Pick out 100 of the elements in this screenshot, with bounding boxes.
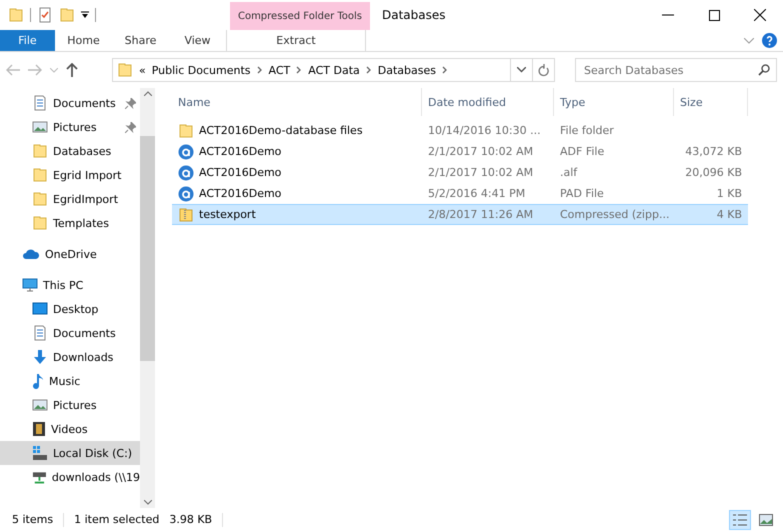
file-type: .alf <box>560 166 578 179</box>
nav-item[interactable]: Pictures <box>0 115 140 139</box>
folder-icon <box>32 215 48 231</box>
window-title: Databases <box>381 7 447 24</box>
file-name-cell[interactable]: ACT2016Demo <box>172 162 422 183</box>
file-name-cell[interactable]: testexport <box>172 204 422 225</box>
file-name: ACT2016Demo <box>199 145 282 158</box>
file-name: ACT2016Demo-database files <box>199 124 363 137</box>
computer-icon <box>22 277 38 293</box>
scroll-up-icon[interactable] <box>144 91 152 96</box>
folder-icon <box>32 191 48 207</box>
help-icon[interactable] <box>762 33 777 48</box>
maximize-icon[interactable] <box>708 10 720 20</box>
nav-item[interactable]: Downloads <box>0 345 140 369</box>
nav-item[interactable]: Databases <box>0 139 140 163</box>
nav-item[interactable]: OneDrive <box>0 242 140 266</box>
file-name-cell[interactable]: ACT2016Demo <box>172 141 422 162</box>
nav-label: OneDrive <box>45 248 97 260</box>
breadcrumb[interactable]: ACT Data <box>308 64 360 76</box>
nav-item[interactable]: Local Disk (C:) <box>0 441 140 465</box>
nav-label: Desktop <box>53 302 98 316</box>
zip-folder-icon <box>178 206 194 222</box>
date-modified: 2/1/2017 10:02 AM <box>428 166 534 179</box>
ribbon-tab[interactable]: Share <box>112 30 169 51</box>
refresh-icon[interactable] <box>538 64 550 76</box>
pin-icon[interactable] <box>125 98 136 108</box>
nav-label: Documents <box>53 96 116 110</box>
nav-label: EgridImport <box>53 192 118 206</box>
breadcrumb[interactable]: ACT <box>268 64 290 76</box>
nav-label: Egrid Import <box>53 168 122 182</box>
nav-item[interactable]: EgridImport <box>0 187 140 211</box>
nav-label: Templates <box>53 216 109 230</box>
breadcrumb[interactable]: Databases <box>378 64 436 76</box>
nav-item[interactable]: downloads (\\19 <box>0 465 140 489</box>
nav-item[interactable]: This PC <box>0 273 140 297</box>
column-header[interactable]: Name <box>172 88 422 116</box>
file-size: 1 KB <box>716 187 742 200</box>
nav-item[interactable]: Egrid Import <box>0 163 140 187</box>
ribbon-tab[interactable]: View <box>169 30 226 51</box>
pictures-icon <box>32 119 48 135</box>
address-bar[interactable]: « Public Documents ACT ACT Data Databases <box>112 58 555 82</box>
folder-icon <box>178 122 194 138</box>
scroll-down-icon[interactable] <box>144 500 152 505</box>
selection-count: 1 item selected <box>74 513 160 526</box>
dropdown-icon[interactable] <box>81 11 89 19</box>
folder-icon <box>32 143 48 159</box>
nav-item[interactable]: Templates <box>0 211 140 235</box>
date-modified: 10/14/2016 10:30 ... <box>428 124 541 137</box>
ribbon-tab[interactable]: Home <box>55 30 112 51</box>
file-type: Compressed (zipp... <box>560 208 670 221</box>
down-arrow-icon <box>32 349 48 365</box>
search-icon[interactable] <box>758 64 770 76</box>
music-note-icon <box>32 373 44 389</box>
document-icon <box>32 95 48 111</box>
breadcrumb[interactable]: Public Documents <box>152 64 251 76</box>
properties-icon[interactable] <box>37 7 53 23</box>
nav-item[interactable]: Music <box>0 369 140 393</box>
minimize-icon[interactable] <box>662 14 674 16</box>
monitor-icon <box>32 301 48 317</box>
file-name: ACT2016Demo <box>199 187 282 200</box>
nav-item[interactable]: Documents <box>0 321 140 345</box>
folder-icon <box>117 62 133 78</box>
document-icon <box>32 325 48 341</box>
search-field[interactable]: Search Databases <box>575 58 777 82</box>
breadcrumb-overflow[interactable]: « <box>139 64 146 76</box>
column-header[interactable]: Size <box>674 88 748 116</box>
nav-item[interactable]: Videos <box>0 417 140 441</box>
up-icon[interactable] <box>66 63 78 77</box>
file-type: File folder <box>560 124 614 137</box>
pin-icon[interactable] <box>125 122 136 132</box>
date-modified: 5/2/2016 4:41 PM <box>428 187 526 200</box>
column-header[interactable]: Date modified <box>422 88 554 116</box>
close-icon[interactable] <box>754 9 766 21</box>
file-name-cell[interactable]: ACT2016Demo-database files <box>172 120 422 141</box>
drive-icon <box>32 445 48 461</box>
nav-item[interactable]: Pictures <box>0 393 140 417</box>
ribbon-tab[interactable]: Extract <box>226 30 366 51</box>
folder-icon <box>32 167 48 183</box>
folder-icon <box>8 7 24 23</box>
file-name-cell[interactable]: ACT2016Demo <box>172 183 422 204</box>
file-size: 43,072 KB <box>685 145 742 158</box>
nav-label: downloads (\\19 <box>52 470 140 484</box>
new-folder-icon <box>59 7 75 23</box>
file-size: 4 KB <box>716 208 742 221</box>
date-modified: 2/1/2017 10:02 AM <box>428 145 534 158</box>
details-view-button[interactable] <box>729 510 751 530</box>
scrollbar-thumb[interactable] <box>140 136 155 361</box>
file-type: ADF File <box>560 145 604 158</box>
nav-item[interactable]: Desktop <box>0 297 140 321</box>
nav-label: Databases <box>53 144 112 158</box>
cloud-icon <box>22 248 40 260</box>
file-size: 20,096 KB <box>685 166 742 179</box>
dropdown-icon[interactable] <box>517 67 526 73</box>
nav-item[interactable]: Documents <box>0 91 140 115</box>
column-header[interactable]: Type <box>554 88 674 116</box>
file-name: testexport <box>199 208 256 221</box>
nav-label: Downloads <box>53 350 114 364</box>
expand-ribbon-icon[interactable] <box>744 38 754 44</box>
file-type: PAD File <box>560 187 604 200</box>
ribbon-tab[interactable]: File <box>0 30 55 51</box>
